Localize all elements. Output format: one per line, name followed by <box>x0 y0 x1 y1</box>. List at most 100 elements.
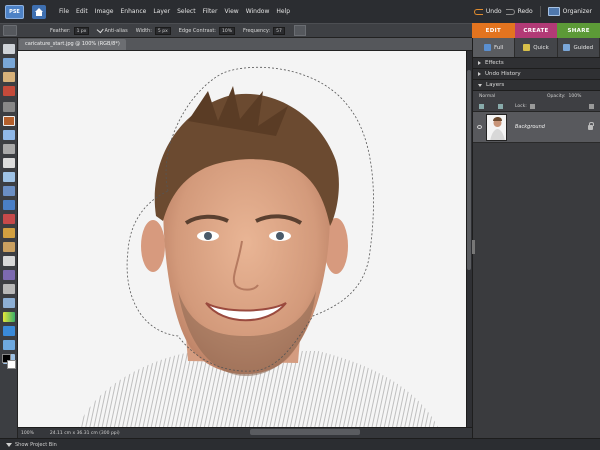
magnetic-lasso-tool-icon[interactable] <box>3 25 17 36</box>
type-tool-icon[interactable] <box>3 158 15 168</box>
marquee-tool-icon[interactable] <box>3 102 15 112</box>
triangle-right-icon <box>478 61 481 65</box>
magic-wand-tool-icon[interactable] <box>3 130 15 140</box>
menu-image[interactable]: Image <box>95 8 114 15</box>
adjustment-layer-icon[interactable] <box>498 104 503 109</box>
antialias-label: Anti-alias <box>104 27 128 34</box>
new-layer-icon[interactable] <box>479 104 484 109</box>
document-tab[interactable]: caricature_start.jpg @ 100% (RGB/8*) <box>19 38 126 50</box>
opacity-label: Opacity: <box>547 94 566 99</box>
menu-select[interactable]: Select <box>177 8 196 15</box>
eye-icon[interactable] <box>477 125 482 129</box>
red-eye-tool-icon[interactable] <box>3 214 15 224</box>
eraser-tool-icon[interactable] <box>3 256 15 266</box>
delete-layer-icon[interactable] <box>589 104 594 109</box>
tab-edit[interactable]: EDIT <box>472 23 515 38</box>
menu-edit[interactable]: Edit <box>76 8 88 15</box>
redo-label: Redo <box>517 8 533 15</box>
layers-panel-header[interactable]: Layers <box>473 80 600 91</box>
document-tab-bar: caricature_start.jpg @ 100% (RGB/8*) <box>18 38 472 51</box>
blend-mode-select[interactable]: Normal <box>479 94 539 99</box>
eyedropper-tool-icon[interactable] <box>3 86 15 96</box>
antialias-checkbox[interactable]: Anti-alias <box>97 26 128 34</box>
tab-full-label: Full <box>493 44 504 51</box>
tab-guided-label: Guided <box>573 44 594 51</box>
menu-help[interactable]: Help <box>276 8 290 15</box>
gradient-tool-icon[interactable] <box>3 312 15 322</box>
menu-filter[interactable]: Filter <box>203 8 218 15</box>
organizer-icon <box>547 7 560 16</box>
menu-file[interactable]: File <box>59 8 69 15</box>
effects-panel-header[interactable]: Effects <box>473 58 600 69</box>
healing-brush-tool-icon[interactable] <box>3 228 15 238</box>
undo-button[interactable]: Undo <box>473 8 502 15</box>
edge-contrast-field[interactable]: 10% <box>218 26 235 35</box>
show-project-bin-label[interactable]: Show Project Bin <box>15 442 57 448</box>
portrait-photo <box>18 51 466 427</box>
vertical-scroll-thumb[interactable] <box>467 70 471 270</box>
background-color-swatch[interactable] <box>7 360 16 369</box>
triangle-down-icon[interactable] <box>6 442 12 447</box>
image-canvas[interactable] <box>18 51 466 427</box>
mode-tabs: EDIT CREATE SHARE <box>472 23 600 38</box>
home-icon[interactable] <box>32 4 46 19</box>
effects-title: Effects <box>485 60 504 66</box>
panel-bin: Full Quick Guided Effects Undo History L… <box>472 38 600 438</box>
feather-label: Feather: <box>50 27 71 34</box>
document-info: 24.11 cm x 36.31 cm (300 ppi) <box>49 430 120 436</box>
layer-thumbnail <box>486 113 507 141</box>
triangle-right-icon <box>478 72 481 76</box>
zoom-level[interactable]: 100% <box>21 431 34 436</box>
menu-view[interactable]: View <box>224 8 238 15</box>
edge-contrast-label: Edge Contrast: <box>178 27 216 34</box>
zoom-tool-icon[interactable] <box>3 58 15 68</box>
tab-quick[interactable]: Quick <box>515 38 558 57</box>
width-field[interactable]: 5 px <box>154 26 171 35</box>
pen-pressure-icon[interactable] <box>293 25 306 36</box>
triangle-down-icon <box>478 83 482 87</box>
quick-edit-icon <box>523 44 531 51</box>
opacity-field[interactable]: 100% <box>569 94 582 99</box>
horizontal-scroll-thumb[interactable] <box>250 429 360 435</box>
tab-full[interactable]: Full <box>473 38 516 57</box>
lock-transparent-icon[interactable] <box>529 104 535 109</box>
checkmark-icon <box>97 26 105 34</box>
toolbox <box>0 38 18 440</box>
lasso-tool-icon[interactable] <box>3 116 15 126</box>
undo-label: Undo <box>485 8 502 15</box>
shape-tool-icon[interactable] <box>3 326 15 336</box>
tab-quick-label: Quick <box>533 44 549 51</box>
selection-brush-tool-icon[interactable] <box>3 144 15 154</box>
tab-create[interactable]: CREATE <box>514 23 558 38</box>
feather-field[interactable]: 1 px <box>73 26 90 35</box>
hand-tool-icon[interactable] <box>3 72 15 82</box>
edit-view-tabs: Full Quick Guided <box>473 38 600 58</box>
panel-resize-grip[interactable] <box>472 240 475 254</box>
straighten-tool-icon[interactable] <box>3 200 15 210</box>
menu-layer[interactable]: Layer <box>153 8 170 15</box>
photoshop-elements-window: PSE File Edit Image Enhance Layer Select… <box>0 0 600 450</box>
organizer-label: Organizer <box>562 8 592 15</box>
frequency-label: Frequency: <box>243 27 271 34</box>
smart-brush-tool-icon[interactable] <box>3 284 15 294</box>
layer-row-background[interactable]: Background <box>473 112 600 143</box>
top-right-controls: Undo Redo Organizer <box>473 0 600 23</box>
organizer-button[interactable]: Organizer <box>547 7 592 16</box>
brush-tool-icon[interactable] <box>3 270 15 280</box>
redo-button[interactable]: Redo <box>505 8 533 15</box>
project-bin-bar: Show Project Bin <box>0 438 600 450</box>
tab-guided[interactable]: Guided <box>557 38 600 57</box>
cookie-cutter-tool-icon[interactable] <box>3 186 15 196</box>
menu-enhance[interactable]: Enhance <box>120 8 146 15</box>
menu-window[interactable]: Window <box>246 8 270 15</box>
move-tool-icon[interactable] <box>3 44 15 54</box>
undo-icon <box>473 8 483 15</box>
frequency-field[interactable]: 57 <box>273 26 285 35</box>
lock-label: Lock: <box>515 104 527 109</box>
paint-bucket-tool-icon[interactable] <box>3 298 15 308</box>
clone-stamp-tool-icon[interactable] <box>3 242 15 252</box>
blur-tool-icon[interactable] <box>3 340 15 350</box>
undo-history-panel-header[interactable]: Undo History <box>473 69 600 80</box>
crop-tool-icon[interactable] <box>3 172 15 182</box>
tab-share[interactable]: SHARE <box>557 23 600 38</box>
